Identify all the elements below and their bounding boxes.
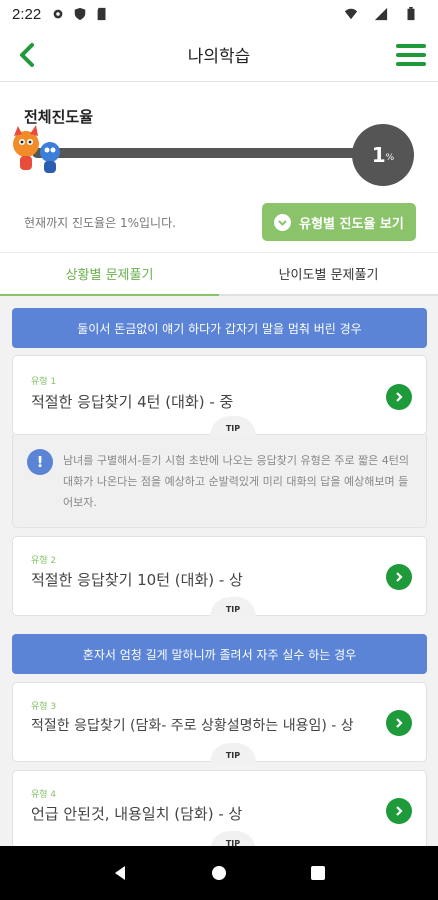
progress-percent-unit: %	[385, 153, 395, 163]
chevron-right-icon[interactable]	[386, 384, 412, 410]
card-title: 적절한 응답찾기 4턴 (대화) - 중	[31, 393, 234, 411]
card-title: 적절한 응답찾기 10턴 (대화) - 상	[31, 571, 243, 589]
list-item[interactable]: 유형 3 적절한 응답찾기 (담화- 주로 상황설명하는 내용임) - 상 TI…	[12, 682, 427, 763]
page-title: 나의학습	[187, 47, 251, 66]
shield-icon	[74, 7, 86, 21]
section-header: 둘이서 돈금없이 얘기 하다가 갑자기 말을 멈춰 버린 경우	[12, 308, 427, 348]
tip-tab[interactable]: TIP	[210, 743, 256, 763]
app-bar: 나의학습	[0, 28, 438, 82]
tab-situation[interactable]: 상황별 문제풀기	[0, 253, 219, 296]
home-circle-icon[interactable]	[211, 865, 227, 881]
progress-section: 전체진도율 1% 현재까지 진도율은 1%입니다. 유형별 진도율 보기	[0, 82, 438, 252]
type-label: 유형 4	[31, 790, 57, 800]
wifi-icon	[344, 8, 358, 20]
back-chevron-icon[interactable]	[14, 41, 42, 69]
sd-card-icon	[97, 7, 106, 21]
info-icon: !	[27, 449, 53, 475]
hamburger-menu-icon[interactable]	[396, 44, 426, 66]
tip-content: ! 남녀를 구별해서-듣기 시험 초반에 나오는 응답찾기 유형은 주로 짧은 …	[12, 435, 427, 528]
progress-description: 현재까지 진도율은 1%입니다.	[24, 216, 176, 230]
chevron-down-icon	[274, 213, 292, 231]
battery-icon	[407, 7, 415, 21]
tip-tab[interactable]: TIP	[210, 416, 256, 436]
progress-percent-value: 1	[371, 143, 386, 167]
type-label: 유형 1	[31, 377, 57, 387]
chevron-right-icon[interactable]	[386, 564, 412, 590]
view-type-progress-button[interactable]: 유형별 진도율 보기	[262, 203, 416, 241]
card-title: 언급 안된것, 내용일치 (담화) - 상	[31, 805, 243, 823]
recents-square-icon[interactable]	[310, 865, 326, 881]
signal-icon	[374, 7, 388, 21]
chevron-right-icon[interactable]	[386, 710, 412, 736]
section-header: 혼자서 엄청 길게 말하니까 졸려서 자주 실수 하는 경우	[12, 634, 427, 674]
progress-track	[32, 148, 372, 158]
system-nav-bar	[0, 846, 438, 900]
chevron-right-icon[interactable]	[386, 798, 412, 824]
type-label: 유형 3	[31, 702, 57, 712]
view-type-progress-label: 유형별 진도율 보기	[299, 216, 404, 232]
gear-icon	[53, 9, 63, 19]
tab-difficulty[interactable]: 난이도별 문제풀기	[219, 253, 438, 296]
back-triangle-icon[interactable]	[112, 865, 128, 881]
progress-percent-badge: 1%	[352, 124, 414, 186]
tip-text: 남녀를 구별해서-듣기 시험 초반에 나오는 응답찾기 유형은 주로 짧은 4턴…	[63, 454, 410, 509]
status-time: 2:22	[12, 5, 42, 23]
status-bar: 2:22	[0, 0, 438, 28]
card-title: 적절한 응답찾기 (담화- 주로 상황설명하는 내용임) - 상	[31, 718, 354, 734]
type-label: 유형 2	[31, 556, 57, 566]
list-item[interactable]: 유형 1 적절한 응답찾기 4턴 (대화) - 중 TIP	[12, 355, 427, 436]
list-item[interactable]: 유형 2 적절한 응답찾기 10턴 (대화) - 상 TIP	[12, 536, 427, 617]
tab-bar: 상황별 문제풀기 난이도별 문제풀기	[0, 252, 438, 296]
mascot-icon	[13, 125, 60, 173]
tip-tab[interactable]: TIP	[210, 597, 256, 617]
list-item[interactable]: 유형 4 언급 안된것, 내용일치 (담화) - 상 TIP	[12, 770, 427, 851]
